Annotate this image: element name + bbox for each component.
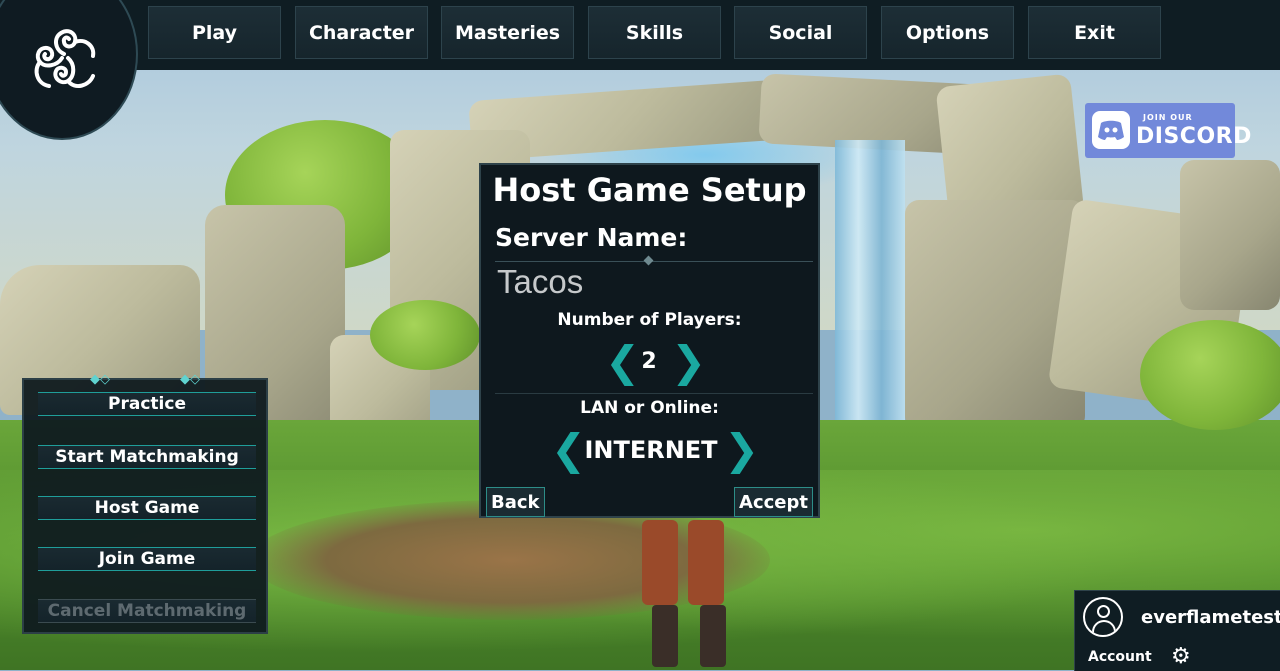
discord-wordmark: DISCORD <box>1136 124 1252 149</box>
diamond-ornament-icon: ◆◇ <box>90 372 110 387</box>
bush <box>370 300 480 370</box>
discord-icon <box>1092 111 1130 149</box>
accept-button[interactable]: Accept <box>734 487 813 517</box>
players-increase-chevron-right-icon[interactable]: ❯ <box>671 341 706 383</box>
gear-icon[interactable]: ⚙ <box>1171 646 1191 668</box>
join-game-button[interactable]: Join Game <box>38 547 256 571</box>
discord-join-button[interactable]: JOIN OUR DISCORD <box>1085 103 1251 158</box>
username: everflametest1 <box>1141 607 1280 628</box>
host-game-setup-dialog: Host Game Setup Server Name: Number of P… <box>479 163 820 518</box>
back-button[interactable]: Back <box>486 487 545 517</box>
account-label[interactable]: Account <box>1088 649 1152 665</box>
mode-value: INTERNET <box>584 436 718 464</box>
triskele-logo-icon <box>34 29 96 88</box>
nav-masteries-button[interactable]: Masteries <box>441 6 574 59</box>
player-character <box>640 515 735 670</box>
lan-online-label: LAN or Online: <box>580 398 719 418</box>
dialog-title: Host Game Setup <box>492 171 807 209</box>
practice-button[interactable]: Practice <box>38 392 256 416</box>
mode-next-chevron-right-icon[interactable]: ❯ <box>724 429 759 471</box>
nav-skills-button[interactable]: Skills <box>588 6 721 59</box>
start-matchmaking-button[interactable]: Start Matchmaking <box>38 445 256 469</box>
divider <box>495 261 813 262</box>
server-name-label: Server Name: <box>495 223 688 252</box>
rock <box>1180 160 1280 310</box>
divider <box>495 393 813 394</box>
waterfall <box>835 140 905 460</box>
host-game-button[interactable]: Host Game <box>38 496 256 520</box>
players-value: 2 <box>641 349 657 374</box>
avatar-user-icon[interactable] <box>1083 597 1123 637</box>
nav-character-button[interactable]: Character <box>295 6 428 59</box>
players-label: Number of Players: <box>557 310 742 330</box>
cancel-matchmaking-button: Cancel Matchmaking <box>38 599 256 623</box>
diamond-ornament-icon: ◆◇ <box>180 372 200 387</box>
discord-join-label: JOIN OUR <box>1143 113 1193 122</box>
server-name-input[interactable] <box>495 263 817 301</box>
account-panel: everflametest1 Account ⚙ <box>1074 590 1280 671</box>
nav-options-button[interactable]: Options <box>881 6 1014 59</box>
nav-exit-button[interactable]: Exit <box>1028 6 1161 59</box>
nav-play-button[interactable]: Play <box>148 6 281 59</box>
bush <box>1140 320 1280 430</box>
play-menu-panel: ◆◇ ◆◇ Practice Start Matchmaking Host Ga… <box>22 372 268 634</box>
nav-social-button[interactable]: Social <box>734 6 867 59</box>
